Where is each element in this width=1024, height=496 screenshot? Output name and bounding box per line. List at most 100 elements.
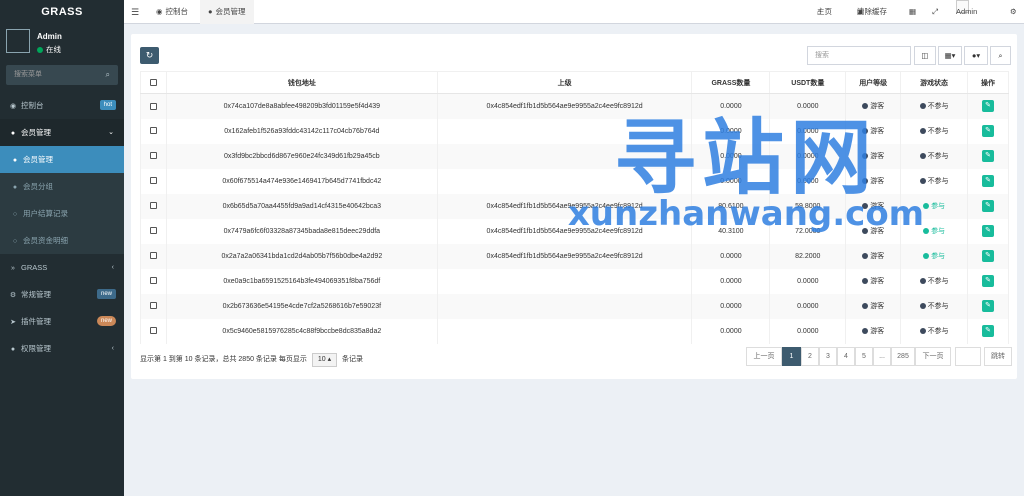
status-cell: 参与 xyxy=(900,243,968,269)
edit-button[interactable]: ✎ xyxy=(982,300,994,312)
page-button[interactable]: 3 xyxy=(819,347,837,366)
row-checkbox[interactable] xyxy=(149,202,157,210)
menu-search-input[interactable]: 搜索菜单 ⌕ xyxy=(6,65,118,85)
page-button[interactable]: 4 xyxy=(837,347,855,366)
table-row[interactable]: 0x6b65d5a70aa4455fd9a9ad14cf4315e40642bc… xyxy=(140,193,1009,219)
translate-icon[interactable]: ▦ xyxy=(909,0,916,24)
table-row[interactable]: 0x2b673636e54195e4cde7cf2a5268616b7e5902… xyxy=(140,293,1009,319)
row-checkbox[interactable] xyxy=(149,302,157,310)
grass-cell: 40.3100 xyxy=(691,218,771,244)
edit-button[interactable]: ✎ xyxy=(982,275,994,287)
pencil-icon: ✎ xyxy=(985,227,991,234)
column-header[interactable]: GRASS数量 xyxy=(691,71,771,94)
usdt-cell: 0.0000 xyxy=(769,118,847,144)
row-checkbox[interactable] xyxy=(149,277,157,285)
sidebar-item-dashboard[interactable]: ◉ 控制台 hot xyxy=(0,92,124,119)
export-dropdown-button[interactable]: ●▾ xyxy=(964,46,988,65)
jump-page-input[interactable] xyxy=(955,347,981,366)
content-panel: ↻ 搜索 ◫ ▦▾ ●▾ ⌕ 钱包地址 上级 GRASS数量 USDT数量 用户… xyxy=(131,34,1017,379)
prev-page-button[interactable]: 上一页 xyxy=(746,347,782,366)
column-header[interactable]: 用户等级 xyxy=(845,71,902,94)
edit-button[interactable]: ✎ xyxy=(982,175,994,187)
level-cell: 游客 xyxy=(845,193,902,219)
row-checkbox[interactable] xyxy=(149,152,157,160)
page-button[interactable]: 285 xyxy=(891,347,915,366)
fullscreen-icon[interactable]: ⤢ xyxy=(932,0,938,24)
row-checkbox[interactable] xyxy=(149,127,157,135)
column-header[interactable]: 游戏状态 xyxy=(900,71,968,94)
row-checkbox[interactable] xyxy=(149,252,157,260)
wallet-cell: 0x2a7a2a06341bda1cd2d4ab05b7f56b0dbe4a2d… xyxy=(165,243,438,269)
page-size-select[interactable]: 10 ▴ xyxy=(311,353,338,367)
column-header[interactable]: USDT数量 xyxy=(769,71,847,94)
dashboard-icon: ◉ xyxy=(9,103,17,110)
new-badge: new xyxy=(96,289,116,299)
page-button[interactable]: 5 xyxy=(855,347,873,366)
sidebar-item-funds[interactable]: ○ 会员资金明细 xyxy=(0,227,124,254)
sidebar-item-member-manage[interactable]: ● 会员管理 xyxy=(0,146,124,173)
sidebar-item-member-group[interactable]: ● 会员管理 ⌄ xyxy=(0,119,124,146)
usdt-cell: 82.2000 xyxy=(769,243,847,269)
row-checkbox[interactable] xyxy=(149,177,157,185)
user-circle-icon: ● xyxy=(10,130,16,137)
select-all-checkbox[interactable] xyxy=(149,78,157,86)
sidebar-item-grass[interactable]: » GRASS ‹ xyxy=(0,254,124,281)
sidebar-item-settlement[interactable]: ○ 用户结算记录 xyxy=(0,200,124,227)
row-checkbox[interactable] xyxy=(149,102,157,110)
jump-button[interactable]: 跳转 xyxy=(984,347,1012,366)
edit-button[interactable]: ✎ xyxy=(982,225,994,237)
sidebar-item-plugins[interactable]: ➤ 插件管理 new xyxy=(0,308,124,335)
edit-button[interactable]: ✎ xyxy=(982,150,994,162)
sidebar-nav: ◉ 控制台 hot ● 会员管理 ⌄ ● 会员管理 ● 会员分组 ○ 用户结算记录 ○ 会员… xyxy=(0,92,124,362)
users-icon: ● xyxy=(12,184,18,191)
edit-button[interactable]: ✎ xyxy=(982,200,994,212)
next-page-button[interactable]: 下一页 xyxy=(915,347,951,366)
table-row[interactable]: 0x74ca107de8a8abfee498209b3fd01159e5f4d4… xyxy=(140,93,1009,119)
table-row[interactable]: 0x7479a6fc6f03328a87345bada8e815deec29dd… xyxy=(140,218,1009,244)
table-header-row: 钱包地址 上级 GRASS数量 USDT数量 用户等级 游戏状态 操作 xyxy=(140,71,1009,94)
usdt-cell: 0.0000 xyxy=(769,143,847,169)
table-row[interactable]: 0x2a7a2a06341bda1cd2d4ab05b7f56b0dbe4a2d… xyxy=(140,243,1009,269)
level-dot-icon xyxy=(862,228,869,234)
edit-button[interactable]: ✎ xyxy=(982,250,994,262)
column-header[interactable]: 钱包地址 xyxy=(165,71,438,94)
row-checkbox[interactable] xyxy=(149,227,157,235)
page-button[interactable]: 1 xyxy=(782,347,801,366)
edit-button[interactable]: ✎ xyxy=(982,100,994,113)
table-row[interactable]: 0xe0a9c1ba6591525164b3fe494069351f8ba756… xyxy=(140,268,1009,294)
column-header[interactable]: 上级 xyxy=(436,71,693,94)
table-row[interactable]: 0x60f675514a474e936e1469417b645d7741fbdc… xyxy=(140,168,1009,194)
circle-icon: ○ xyxy=(12,238,18,245)
edit-button[interactable]: ✎ xyxy=(982,325,994,337)
brand-logo[interactable]: GRASS xyxy=(0,0,124,24)
sidebar-item-general[interactable]: ⚙ 常规管理 new xyxy=(0,281,124,308)
table-row[interactable]: 0x5c9460e5815976285c4c88f9bccbe8dc835a8d… xyxy=(140,318,1009,344)
pencil-icon: ✎ xyxy=(985,102,991,110)
sidebar-item-permissions[interactable]: ● 权限管理 ‹ xyxy=(0,335,124,362)
user-name: Admin xyxy=(37,32,62,41)
new-badge: new xyxy=(96,316,116,326)
wallet-cell: 0x6b65d5a70aa4455fd9a9ad14cf4315e40642bc… xyxy=(165,193,438,219)
search-icon[interactable]: ⌕ xyxy=(106,65,110,85)
status-dot-icon xyxy=(919,103,926,110)
refresh-button[interactable]: ↻ xyxy=(140,47,159,64)
status-dot-icon xyxy=(919,128,926,134)
row-checkbox[interactable] xyxy=(149,327,157,335)
parent-cell: 0x4c854edf1fb1d5b564ae9e9955a2c4ee9fc891… xyxy=(436,243,693,269)
table-search-input[interactable]: 搜索 xyxy=(807,46,911,65)
column-header: 操作 xyxy=(967,71,1009,94)
columns-dropdown-button[interactable]: ▦▾ xyxy=(938,46,962,65)
edit-button[interactable]: ✎ xyxy=(982,125,994,137)
wallet-cell: 0x74ca107de8a8abfee498209b3fd01159e5f4d4… xyxy=(165,93,438,119)
level-cell: 游客 xyxy=(845,318,902,344)
page-button[interactable]: 2 xyxy=(801,347,819,366)
table-row[interactable]: 0x3fd9bc2bbcd6d867e960e24fc349d61fb29a45… xyxy=(140,143,1009,169)
status-dot-icon xyxy=(919,278,926,284)
advanced-search-button[interactable]: ⌕ xyxy=(990,46,1011,65)
table-row[interactable]: 0x162afeb1f526a93fddc43142c117c04cb76b76… xyxy=(140,118,1009,144)
sidebar-item-member-groups[interactable]: ● 会员分组 xyxy=(0,173,124,200)
gears-icon[interactable]: ⚙ xyxy=(1010,0,1017,24)
refresh-icon: ↻ xyxy=(145,50,154,60)
toggle-view-button[interactable]: ◫ xyxy=(914,46,936,65)
wallet-cell: 0x5c9460e5815976285c4c88f9bccbe8dc835a8d… xyxy=(165,318,438,344)
